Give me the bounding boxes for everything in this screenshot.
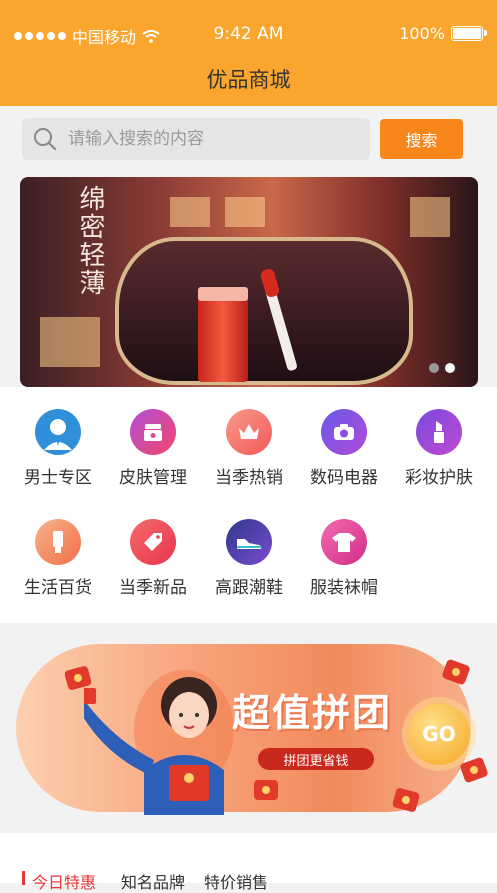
- category-label: 彩妆护肤: [405, 468, 473, 488]
- category-label: 当季新品: [119, 578, 187, 598]
- window-light: [170, 197, 210, 227]
- tab-brands[interactable]: 知名品牌: [121, 869, 185, 893]
- category-grid: 男士专区 皮肤管理 当季热销 数码电器 彩妆护肤 生活百货 当季新品 高跟潮鞋 …: [0, 387, 497, 623]
- tab-today-deals[interactable]: 今日特惠: [32, 869, 96, 893]
- window-light: [410, 197, 450, 237]
- tag-icon: [130, 519, 176, 565]
- category-label: 当季热销: [215, 468, 283, 488]
- category-label: 生活百货: [24, 578, 92, 598]
- promo-carousel[interactable]: 绵密轻薄: [20, 177, 478, 387]
- category-hot-sales[interactable]: 当季热销: [204, 409, 294, 488]
- carousel-indicator: [429, 363, 455, 373]
- category-new-arrivals[interactable]: 当季新品: [108, 519, 198, 598]
- search-icon: [34, 128, 57, 151]
- group-buy-banner[interactable]: 超值拼团 拼团更省钱 GO: [14, 640, 489, 815]
- category-daily-goods[interactable]: 生活百货: [13, 519, 103, 598]
- lipstick-icon: [416, 409, 462, 455]
- category-digital[interactable]: 数码电器: [299, 409, 389, 488]
- go-button[interactable]: GO: [408, 703, 470, 765]
- section-tabs: 今日特惠 知名品牌 特价销售: [0, 833, 497, 892]
- category-apparel[interactable]: 服装袜帽: [299, 519, 389, 598]
- carousel-dot[interactable]: [429, 363, 439, 373]
- search-field[interactable]: [22, 118, 370, 160]
- product-frame: [115, 237, 413, 385]
- promo-subtitle: 拼团更省钱: [258, 748, 374, 770]
- battery-icon: [451, 26, 487, 41]
- category-label: 男士专区: [24, 468, 92, 488]
- lip-gloss-cap: [198, 287, 248, 301]
- search-button[interactable]: 搜索: [380, 119, 463, 159]
- battery-percent: 100%: [399, 24, 445, 43]
- crown-icon: [226, 409, 272, 455]
- category-mens[interactable]: 男士专区: [13, 409, 103, 488]
- tube-icon: [35, 519, 81, 565]
- window-light: [40, 317, 100, 367]
- category-skincare[interactable]: 皮肤管理: [108, 409, 198, 488]
- tab-special-sale[interactable]: 特价销售: [204, 869, 268, 893]
- lip-gloss-tube: [198, 294, 248, 382]
- status-right: 100%: [399, 24, 487, 43]
- category-label: 数码电器: [310, 468, 378, 488]
- shirt-icon: [321, 519, 367, 565]
- promo-title: 超值拼团: [232, 691, 393, 735]
- page-title: 优品商城: [206, 68, 291, 92]
- category-label: 服装袜帽: [310, 578, 378, 598]
- search-bar: 搜索: [0, 106, 497, 172]
- category-label: 高跟潮鞋: [215, 578, 283, 598]
- sneaker-icon: [226, 519, 272, 565]
- camera-icon: [321, 409, 367, 455]
- category-shoes[interactable]: 高跟潮鞋: [204, 519, 294, 598]
- red-envelope-icon: [254, 780, 278, 800]
- skincare-jar-icon: [130, 409, 176, 455]
- category-makeup[interactable]: 彩妆护肤: [394, 409, 484, 488]
- window-light: [225, 197, 265, 227]
- search-input[interactable]: [66, 128, 350, 150]
- banner-headline: 绵密轻薄: [75, 185, 105, 297]
- carousel-dot-active[interactable]: [445, 363, 455, 373]
- girl-illustration: [84, 670, 234, 815]
- app-header: 中国移动 9:42 AM 100% 优品商城: [0, 0, 497, 106]
- man-icon: [35, 409, 81, 455]
- category-label: 皮肤管理: [119, 468, 187, 488]
